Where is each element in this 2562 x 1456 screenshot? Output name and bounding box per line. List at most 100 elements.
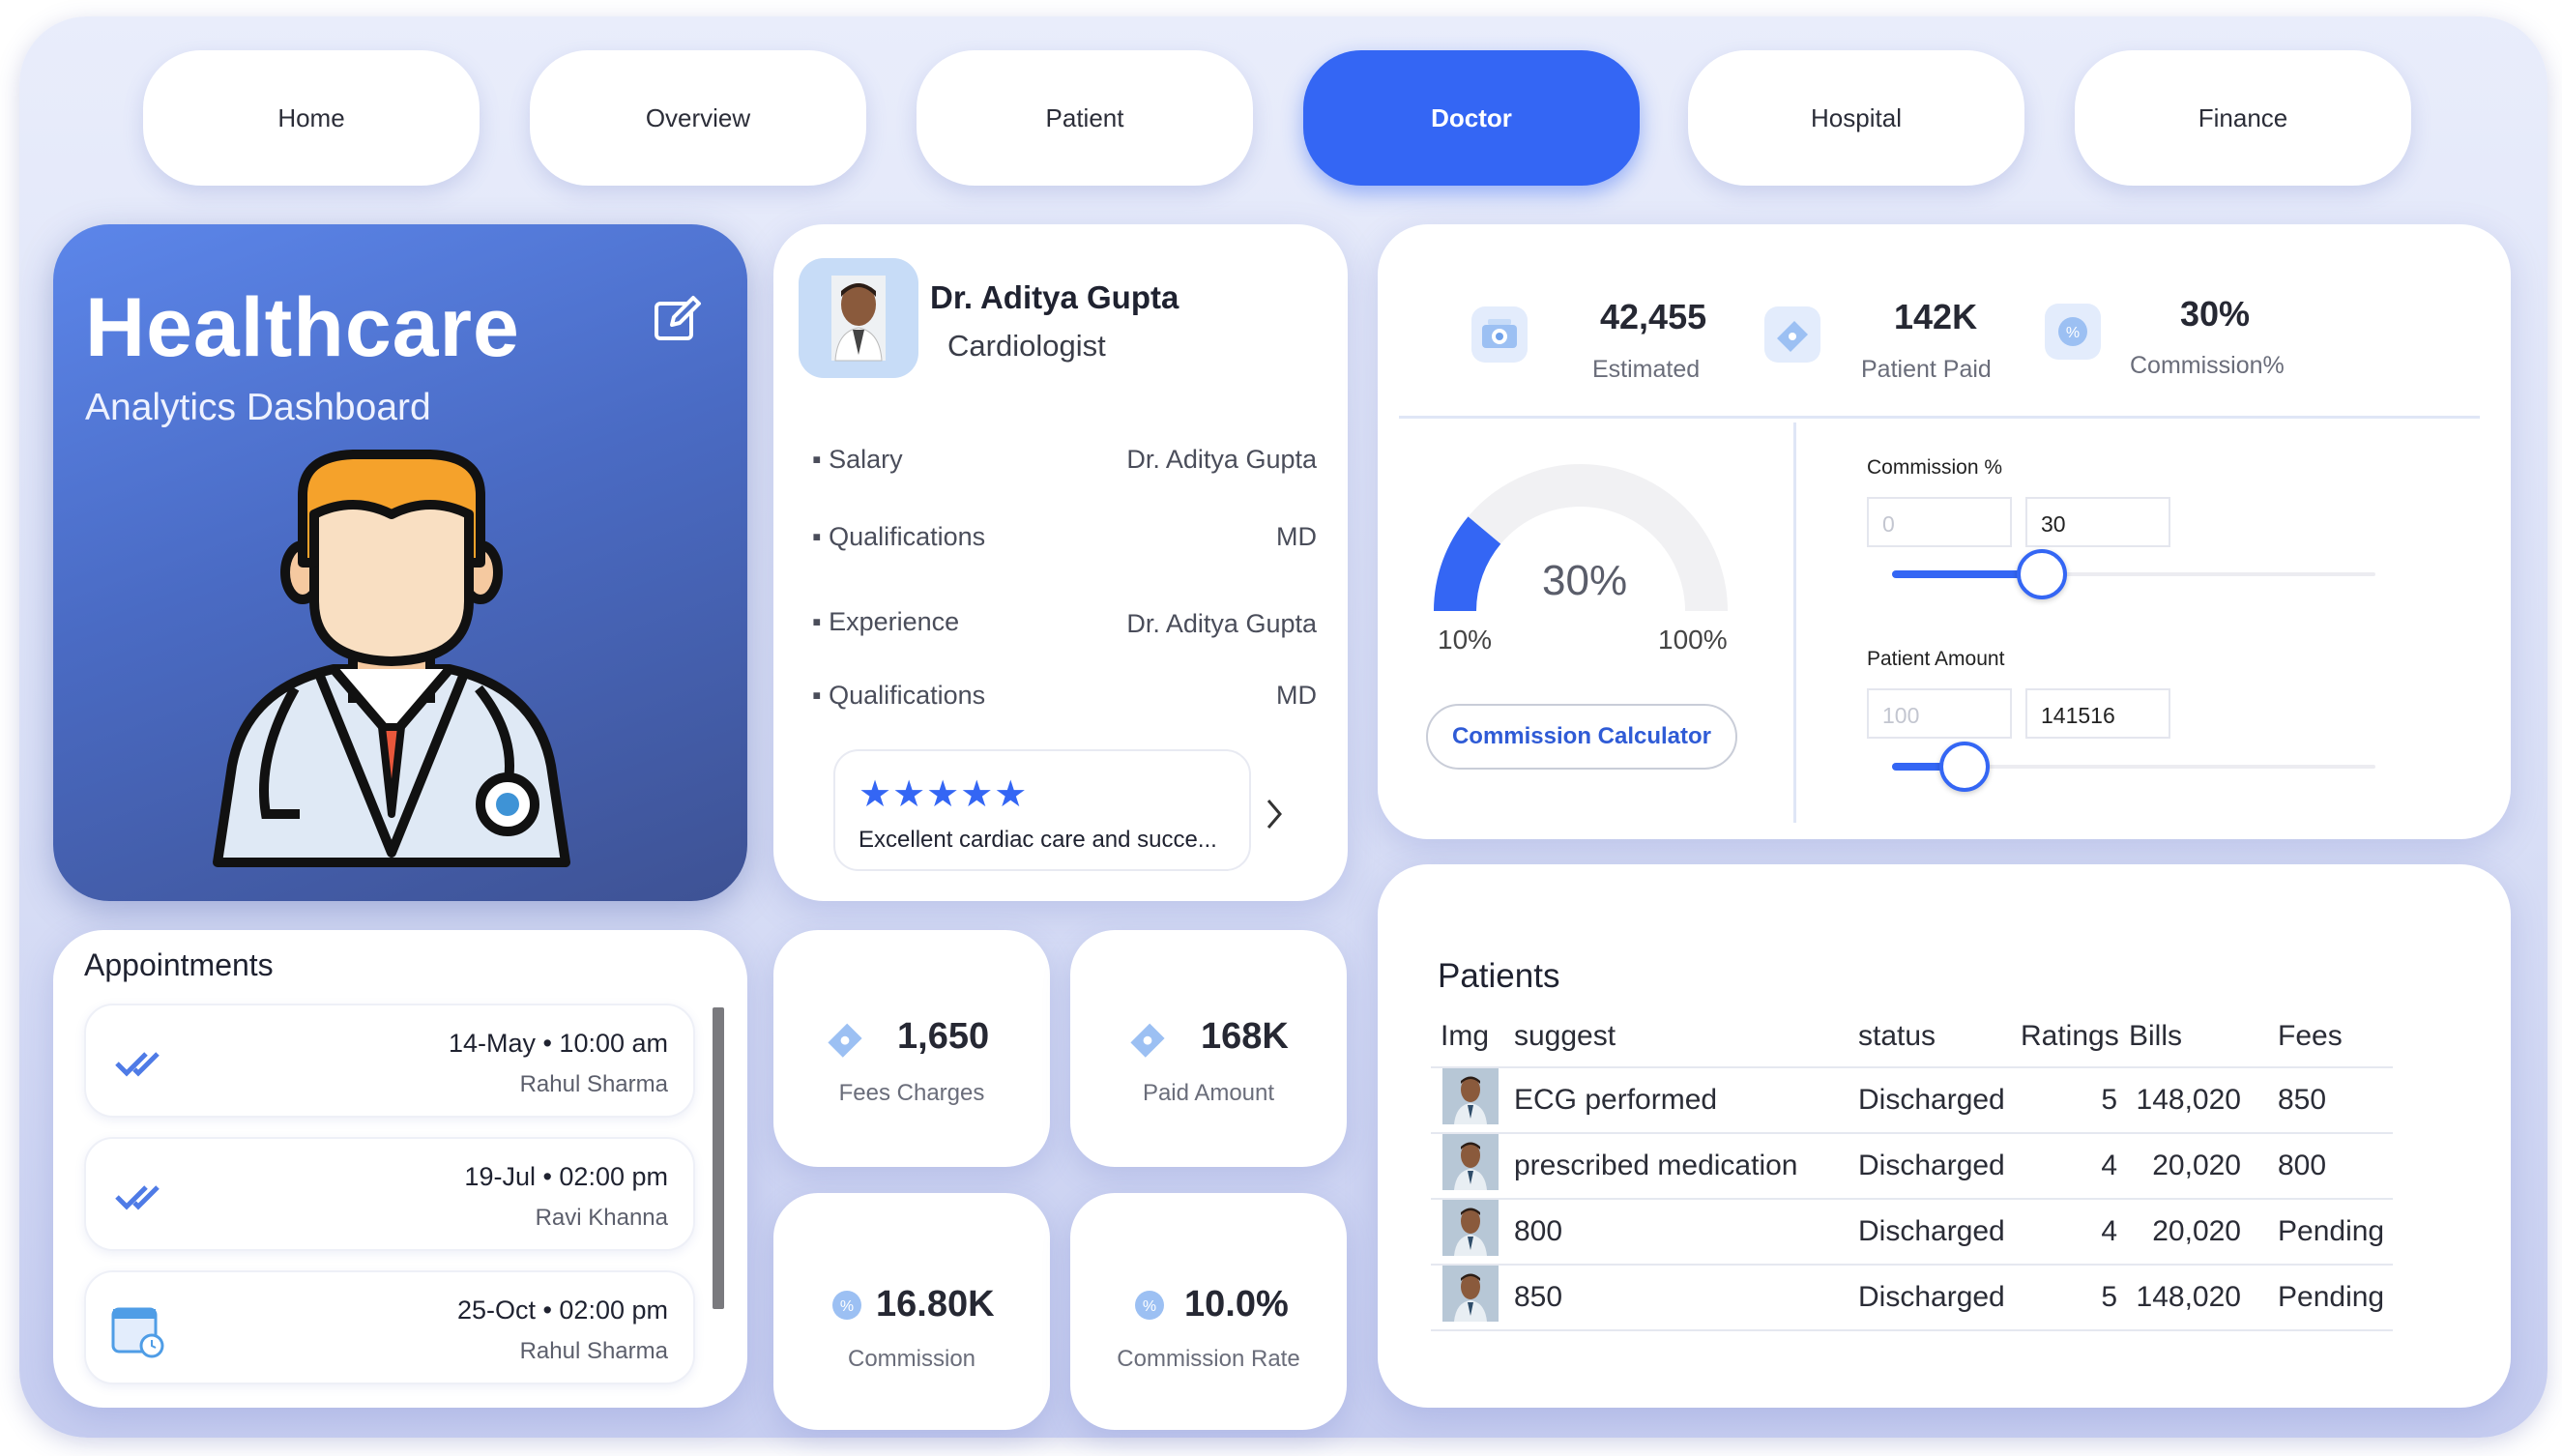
nav-home[interactable]: Home	[143, 50, 480, 186]
appointment-item[interactable]: 14-May • 10:00 am Rahul Sharma	[84, 1004, 695, 1118]
hero-card: Healthcare Analytics Dashboard	[53, 224, 747, 901]
divider	[1399, 416, 2480, 419]
table-row[interactable]: ECG performed Discharged 5 148,020 850	[1431, 1067, 2393, 1134]
patient-amount-min-input[interactable]: 100	[1867, 688, 2012, 739]
gauge-max-label: 100%	[1658, 625, 1728, 655]
commission-summary-card: 42,455 Estimated 142K Patient Paid % 30%…	[1378, 224, 2511, 839]
patient-avatar	[1442, 1134, 1499, 1190]
nav-doctor[interactable]: Doctor	[1303, 50, 1640, 186]
kpi-label: Patient Paid	[1861, 356, 1992, 383]
detail-label: ▪ Salary	[812, 445, 903, 474]
slider-handle[interactable]	[2017, 549, 2067, 599]
cell-fees: 850	[2260, 1067, 2393, 1134]
appointment-patient: Ravi Khanna	[535, 1205, 668, 1231]
doctor-illustration	[213, 450, 570, 867]
stat-value: 1,650	[897, 1016, 990, 1057]
cell-status: Discharged	[1858, 1067, 2021, 1134]
col-header[interactable]: suggest	[1514, 1005, 1858, 1068]
table-row[interactable]: 800 Discharged 4 20,020 Pending	[1431, 1199, 2393, 1266]
doctor-specialty: Cardiologist	[947, 329, 1106, 363]
cell-rating: 4	[2021, 1133, 2129, 1200]
cell-bills: 20,020	[2129, 1133, 2260, 1200]
slider-handle[interactable]	[1939, 742, 1990, 792]
patient-avatar	[1442, 1266, 1499, 1322]
patient-avatar-cell	[1431, 1265, 1514, 1331]
patient-avatar-cell	[1431, 1199, 1514, 1266]
money-icon	[1471, 306, 1528, 363]
nav-label: Finance	[2198, 102, 2288, 132]
chevron-right-icon[interactable]	[1261, 795, 1288, 833]
kpi-value: 142K	[1894, 297, 1978, 336]
appointment-item[interactable]: 19-Jul • 02:00 pm Ravi Khanna	[84, 1137, 695, 1251]
cell-rating: 4	[2021, 1199, 2129, 1266]
col-header[interactable]: Img	[1431, 1005, 1514, 1068]
commission-slider[interactable]	[1892, 549, 2375, 599]
patients-card: Patients Img suggest status Ratings Bill…	[1378, 864, 2511, 1408]
nav-patient[interactable]: Patient	[917, 50, 1253, 186]
edit-icon[interactable]	[653, 294, 703, 344]
commission-calculator-button[interactable]: Commission Calculator	[1426, 704, 1737, 770]
review-text: Excellent cardiac care and succe...	[859, 827, 1217, 853]
detail-value: Dr. Aditya Gupta	[1126, 609, 1317, 638]
table-row[interactable]: 850 Discharged 5 148,020 Pending	[1431, 1265, 2393, 1331]
ticket-icon	[828, 1023, 862, 1058]
nav-hospital[interactable]: Hospital	[1688, 50, 2024, 186]
cell-bills: 20,020	[2129, 1199, 2260, 1266]
patient-avatar-cell	[1431, 1133, 1514, 1200]
gauge-min-label: 10%	[1438, 625, 1493, 655]
appointment-patient: Rahul Sharma	[519, 1071, 668, 1097]
stat-card-paid: 168K Paid Amount	[1070, 930, 1347, 1167]
nav-label: Patient	[1045, 102, 1124, 132]
stat-value: 168K	[1201, 1016, 1289, 1057]
nav-finance[interactable]: Finance	[2075, 50, 2411, 186]
scrollbar[interactable]	[713, 1007, 724, 1309]
kpi-label: Commission%	[2130, 352, 2285, 379]
nav-overview[interactable]: Overview	[530, 50, 866, 186]
stat-value: 16.80K	[876, 1284, 995, 1325]
svg-text:%: %	[840, 1298, 854, 1315]
ticket-icon	[1764, 306, 1820, 363]
patient-avatar	[1442, 1068, 1499, 1124]
col-header[interactable]: Bills	[2129, 1005, 2260, 1068]
svg-text:%: %	[1143, 1298, 1156, 1315]
detail-value: MD	[1276, 681, 1317, 710]
appointments-card: Appointments 14-May • 10:00 am Rahul Sha…	[53, 930, 747, 1408]
doctor-profile-card: Dr. Aditya Gupta Cardiologist ▪ Salary D…	[773, 224, 1348, 901]
appointment-datetime: 14-May • 10:00 am	[448, 1029, 668, 1058]
patient-avatar-cell	[1431, 1067, 1514, 1134]
stat-label: Paid Amount	[1142, 1080, 1275, 1106]
cell-suggest: 850	[1514, 1265, 1858, 1331]
patient-amount-slider[interactable]	[1892, 742, 2375, 792]
stat-card-fees: 1,650 Fees Charges	[773, 930, 1050, 1167]
svg-text:%: %	[2066, 325, 2080, 341]
appointment-item[interactable]: 25-Oct • 02:00 pm Rahul Sharma	[84, 1270, 695, 1384]
cell-suggest: ECG performed	[1514, 1067, 1858, 1134]
table-header-row: Img suggest status Ratings Bills Fees	[1431, 1005, 2393, 1068]
col-header[interactable]: status	[1858, 1005, 2021, 1068]
divider	[1793, 422, 1796, 823]
cell-status: Discharged	[1858, 1265, 2021, 1331]
cell-status: Discharged	[1858, 1133, 2021, 1200]
kpi-value: 42,455	[1600, 297, 1707, 336]
col-header[interactable]: Fees	[2260, 1005, 2393, 1068]
cell-fees: Pending	[2260, 1199, 2393, 1266]
double-check-icon	[115, 1052, 160, 1077]
nav-label: Overview	[645, 102, 751, 132]
table-row[interactable]: prescribed medication Discharged 4 20,020 80…	[1431, 1133, 2393, 1200]
appointment-datetime: 25-Oct • 02:00 pm	[456, 1296, 668, 1325]
gauge-value: 30%	[1542, 557, 1628, 604]
patient-amount-max-input[interactable]: 141516	[2025, 688, 2170, 739]
patients-table: Img suggest status Ratings Bills Fees EC…	[1431, 1005, 2393, 1331]
cell-rating: 5	[2021, 1067, 2129, 1134]
commission-label: Commission %	[1867, 456, 2003, 479]
commission-max-input[interactable]: 30	[2025, 497, 2170, 547]
review-card[interactable]: ★★★★★ Excellent cardiac care and succe..…	[833, 749, 1251, 871]
kpi-value: 30%	[2180, 294, 2251, 334]
rating-stars: ★★★★★	[859, 774, 1029, 815]
commission-min-input[interactable]: 0	[1867, 497, 2012, 547]
detail-value: MD	[1276, 522, 1317, 551]
col-header[interactable]: Ratings	[2021, 1005, 2129, 1068]
percent-icon: %	[832, 1291, 861, 1320]
stat-card-commission: % 16.80K Commission	[773, 1193, 1050, 1430]
nav-label: Doctor	[1431, 102, 1512, 132]
